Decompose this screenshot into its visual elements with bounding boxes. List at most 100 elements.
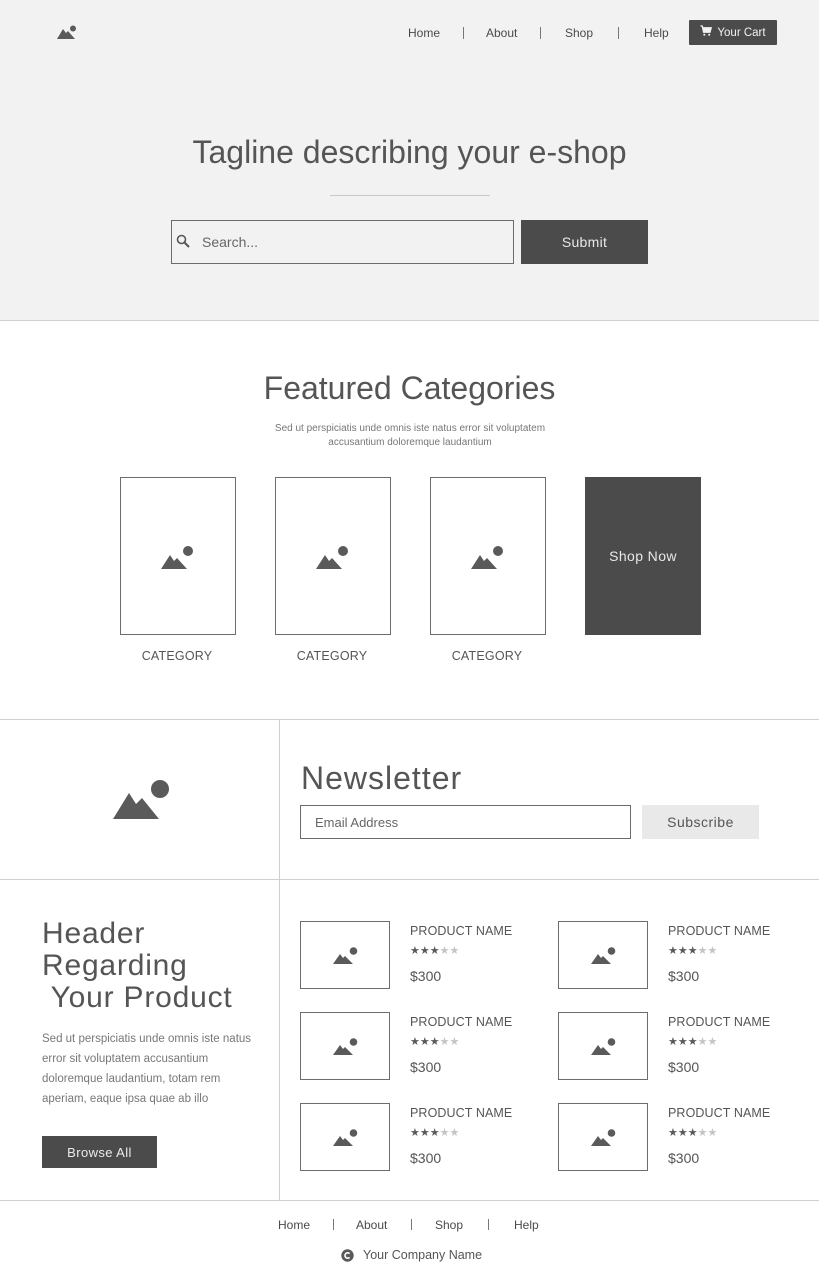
product-price: $300 [668, 968, 700, 984]
star-filled-icon: ★ [668, 1127, 678, 1139]
star-filled-icon: ★ [677, 945, 688, 957]
product-rating: ★★★★★ [410, 944, 459, 957]
product-section-header: Header Regarding Your Product [42, 917, 233, 1014]
logo-image-icon[interactable] [56, 24, 78, 40]
image-placeholder-icon [590, 1038, 616, 1056]
image-placeholder-icon [332, 1129, 358, 1147]
product-image[interactable] [300, 921, 390, 989]
image-placeholder-icon [590, 947, 616, 965]
star-empty-icon: ★ [707, 1127, 718, 1139]
star-filled-icon: ★ [410, 1036, 420, 1048]
nav-divider [618, 27, 619, 39]
star-empty-icon: ★ [439, 945, 450, 957]
section-divider [0, 1200, 819, 1201]
footer-divider [488, 1219, 489, 1230]
image-placeholder-icon [470, 546, 504, 570]
nav-link-about[interactable]: About [486, 26, 517, 40]
star-filled-icon: ★ [410, 1127, 420, 1139]
product-name[interactable]: PRODUCT NAME [668, 924, 770, 938]
star-filled-icon: ★ [668, 1036, 678, 1048]
category-card[interactable] [275, 477, 391, 635]
star-filled-icon: ★ [419, 1036, 430, 1048]
product-name[interactable]: PRODUCT NAME [668, 1015, 770, 1029]
image-placeholder-icon [332, 1038, 358, 1056]
product-name[interactable]: PRODUCT NAME [668, 1106, 770, 1120]
section-divider [0, 879, 819, 880]
nav-link-shop[interactable]: Shop [565, 26, 593, 40]
cart-button[interactable]: Your Cart [689, 20, 777, 45]
product-name[interactable]: PRODUCT NAME [410, 924, 512, 938]
company-name: Your Company Name [363, 1248, 483, 1262]
product-name[interactable]: PRODUCT NAME [410, 1015, 512, 1029]
product-image[interactable] [300, 1103, 390, 1171]
product-image[interactable] [558, 921, 648, 989]
footer-link-shop[interactable]: Shop [435, 1218, 463, 1232]
category-card[interactable] [430, 477, 546, 635]
star-empty-icon: ★ [439, 1127, 450, 1139]
image-placeholder-icon [590, 1129, 616, 1147]
nav-divider [540, 27, 541, 39]
hero-tagline: Tagline describing your e-shop [192, 134, 627, 170]
column-divider [279, 720, 280, 1200]
product-image[interactable] [558, 1103, 648, 1171]
footer-divider [333, 1219, 334, 1230]
newsletter-image-icon [111, 778, 171, 820]
star-filled-icon: ★ [687, 1036, 698, 1048]
product-rating: ★★★★★ [410, 1126, 459, 1139]
shop-now-button[interactable]: Shop Now [585, 477, 701, 635]
product-price: $300 [410, 1059, 442, 1075]
submit-button[interactable]: Submit [521, 220, 648, 264]
star-empty-icon: ★ [697, 945, 708, 957]
footer-divider [411, 1219, 412, 1230]
tagline-divider [330, 195, 490, 196]
nav-divider [463, 27, 464, 39]
cart-label: Your Cart [717, 26, 766, 39]
star-filled-icon: ★ [687, 1127, 698, 1139]
star-filled-icon: ★ [419, 945, 430, 957]
star-filled-icon: ★ [677, 1036, 688, 1048]
star-filled-icon: ★ [668, 945, 678, 957]
star-filled-icon: ★ [429, 1036, 440, 1048]
footer-link-home[interactable]: Home [278, 1218, 310, 1232]
browse-all-button[interactable]: Browse All [42, 1136, 157, 1168]
star-empty-icon: ★ [449, 1127, 460, 1139]
product-section-description: Sed ut perspiciatis unde omnis iste natu… [42, 1033, 252, 1105]
star-empty-icon: ★ [697, 1036, 708, 1048]
nav-link-help[interactable]: Help [644, 26, 669, 40]
star-empty-icon: ★ [449, 1036, 460, 1048]
category-label[interactable]: CATEGORY [274, 649, 390, 663]
star-filled-icon: ★ [677, 1127, 688, 1139]
product-image[interactable] [558, 1012, 648, 1080]
product-image[interactable] [300, 1012, 390, 1080]
category-label[interactable]: CATEGORY [119, 649, 235, 663]
subscribe-button[interactable]: Subscribe [642, 805, 759, 839]
image-placeholder-icon [160, 546, 194, 570]
star-filled-icon: ★ [429, 945, 440, 957]
product-name[interactable]: PRODUCT NAME [410, 1106, 512, 1120]
product-rating: ★★★★★ [668, 1035, 717, 1048]
newsletter-title: Newsletter [301, 760, 463, 796]
nav-link-home[interactable]: Home [408, 26, 440, 40]
star-filled-icon: ★ [419, 1127, 430, 1139]
email-field[interactable] [300, 805, 631, 839]
footer-link-about[interactable]: About [356, 1218, 387, 1232]
product-rating: ★★★★★ [668, 944, 717, 957]
category-card[interactable] [120, 477, 236, 635]
star-filled-icon: ★ [687, 945, 698, 957]
star-filled-icon: ★ [410, 945, 420, 957]
category-label[interactable]: CATEGORY [429, 649, 545, 663]
star-empty-icon: ★ [707, 1036, 718, 1048]
star-empty-icon: ★ [439, 1036, 450, 1048]
image-placeholder-icon [315, 546, 349, 570]
section-divider [0, 719, 819, 720]
search-input[interactable] [196, 222, 518, 262]
star-filled-icon: ★ [429, 1127, 440, 1139]
image-placeholder-icon [332, 947, 358, 965]
star-empty-icon: ★ [697, 1127, 708, 1139]
cart-icon [700, 25, 713, 40]
search-icon [176, 234, 190, 248]
featured-title: Featured Categories [263, 370, 556, 406]
product-price: $300 [668, 1150, 700, 1166]
footer-link-help[interactable]: Help [514, 1218, 539, 1232]
product-rating: ★★★★★ [410, 1035, 459, 1048]
